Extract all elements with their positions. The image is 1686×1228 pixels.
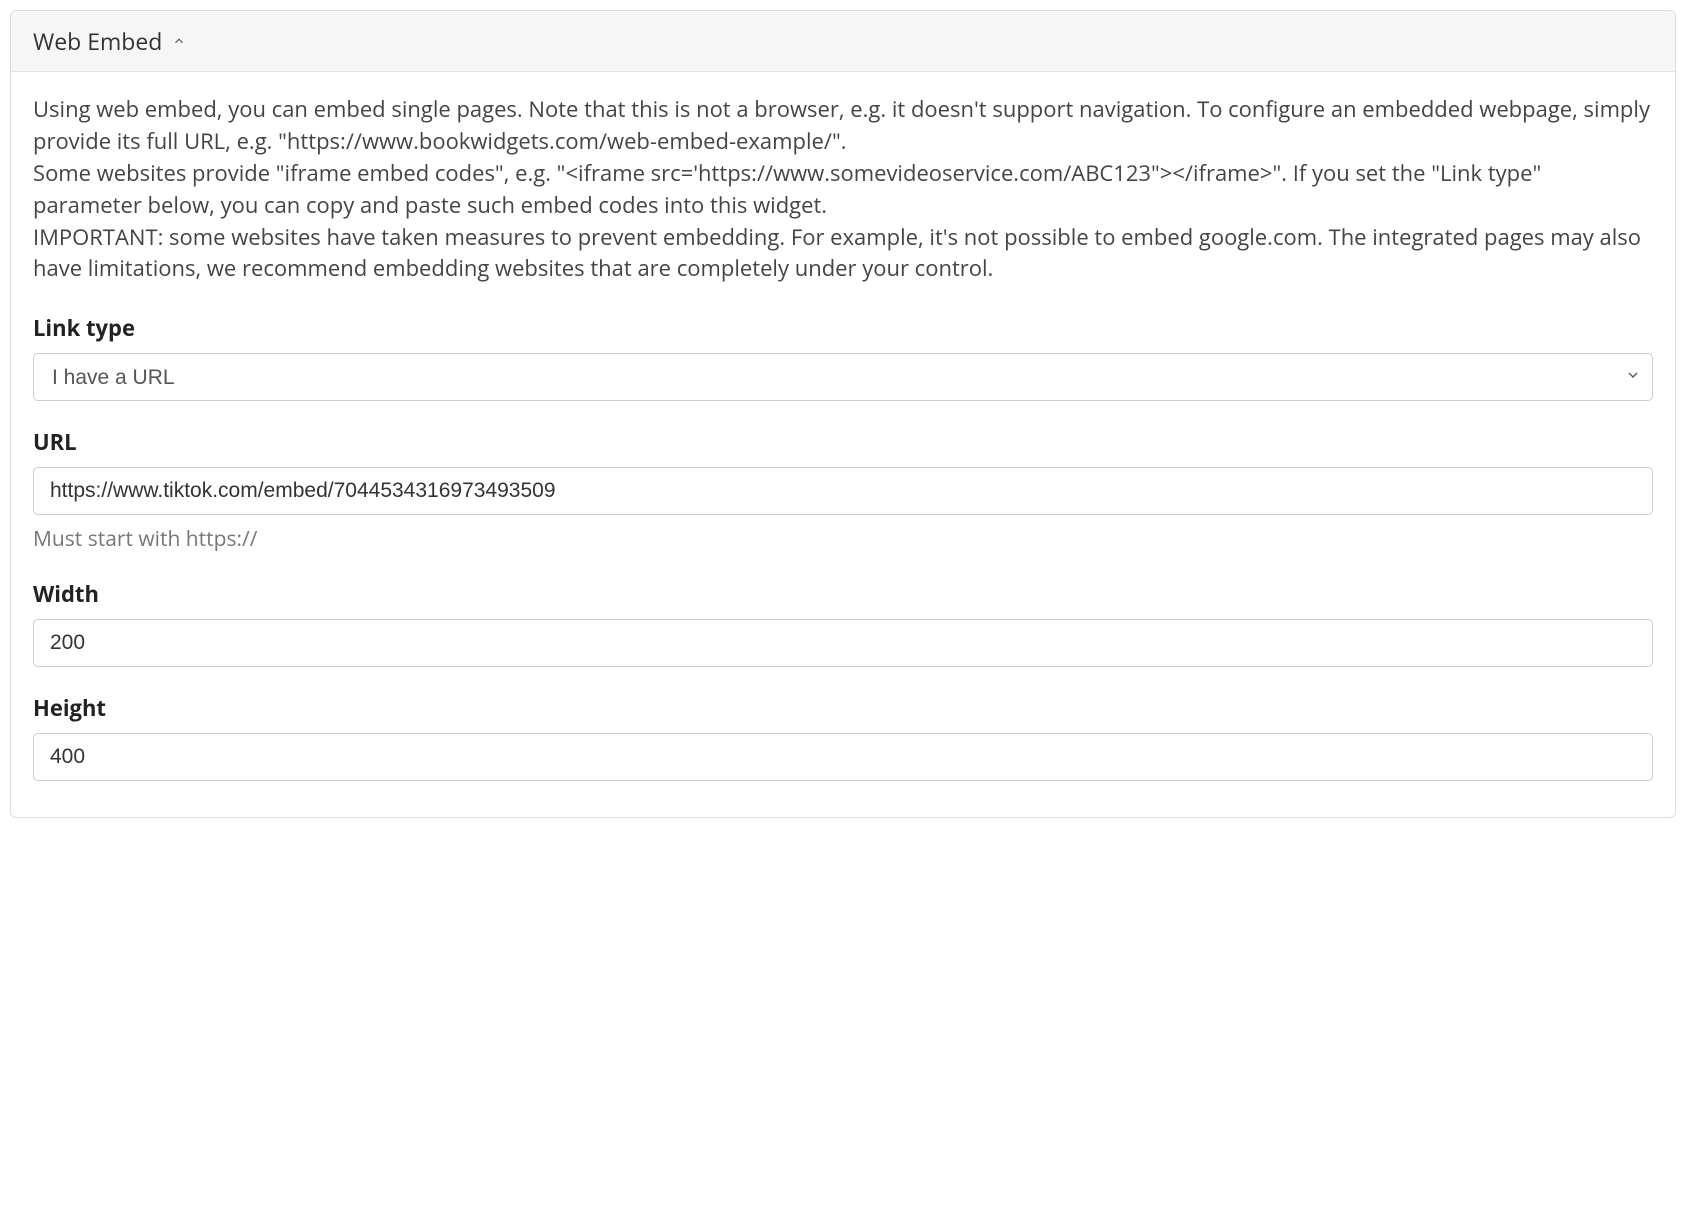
height-input[interactable] [33, 733, 1653, 781]
width-label: Width [33, 579, 1653, 609]
web-embed-panel: Web Embed Using web embed, you can embed… [10, 10, 1676, 818]
url-group: URL Must start with https:// [33, 427, 1653, 553]
panel-header[interactable]: Web Embed [11, 11, 1675, 72]
link-type-select[interactable]: I have a URL [33, 353, 1653, 401]
width-group: Width [33, 579, 1653, 667]
panel-body: Using web embed, you can embed single pa… [11, 72, 1675, 817]
description-text: Using web embed, you can embed single pa… [33, 94, 1653, 285]
link-type-group: Link type I have a URL [33, 313, 1653, 401]
panel-title: Web Embed [33, 25, 162, 57]
width-input[interactable] [33, 619, 1653, 667]
height-group: Height [33, 693, 1653, 781]
link-type-select-wrapper: I have a URL [33, 353, 1653, 401]
link-type-label: Link type [33, 313, 1653, 343]
height-label: Height [33, 693, 1653, 723]
url-help-text: Must start with https:// [33, 525, 1653, 553]
chevron-up-icon [172, 34, 186, 48]
url-label: URL [33, 427, 1653, 457]
url-input[interactable] [33, 467, 1653, 515]
